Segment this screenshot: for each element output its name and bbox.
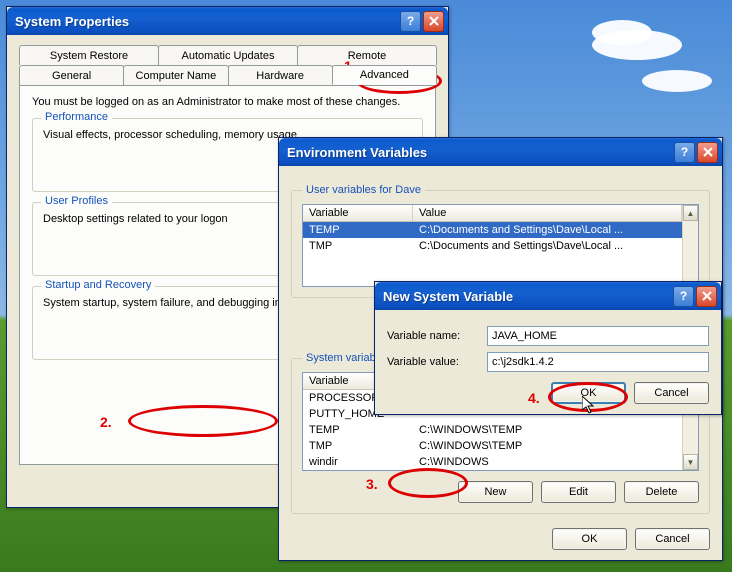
close-button[interactable]: [697, 142, 718, 163]
edit-system-variable-button[interactable]: Edit: [541, 481, 616, 503]
tab-computer-name[interactable]: Computer Name: [123, 65, 228, 85]
tab-remote[interactable]: Remote: [297, 45, 437, 65]
scroll-up-button[interactable]: ▲: [683, 205, 698, 221]
list-item[interactable]: TEMP C:\Documents and Settings\Dave\Loca…: [303, 222, 682, 238]
titlebar[interactable]: System Properties ?: [7, 7, 448, 35]
ok-button[interactable]: OK: [552, 528, 627, 550]
variable-name-input[interactable]: [487, 326, 709, 346]
list-item[interactable]: TMP C:\Documents and Settings\Dave\Local…: [303, 238, 682, 254]
cancel-button[interactable]: Cancel: [634, 382, 709, 404]
help-button[interactable]: ?: [673, 286, 694, 307]
titlebar[interactable]: Environment Variables ?: [279, 138, 722, 166]
variable-value-input[interactable]: [487, 352, 709, 372]
help-button[interactable]: ?: [674, 142, 695, 163]
list-item[interactable]: TMP C:\WINDOWS\TEMP: [303, 438, 682, 454]
tab-system-restore[interactable]: System Restore: [19, 45, 159, 65]
group-legend: User variables for Dave: [302, 184, 425, 196]
window-title: System Properties: [15, 14, 398, 29]
scroll-down-button[interactable]: ▼: [683, 454, 698, 470]
delete-system-variable-button[interactable]: Delete: [624, 481, 699, 503]
tab-hardware[interactable]: Hardware: [228, 65, 333, 85]
group-legend: User Profiles: [41, 195, 112, 207]
titlebar[interactable]: New System Variable ?: [375, 282, 721, 310]
tab-strip: System Restore Automatic Updates Remote …: [19, 45, 436, 85]
admin-hint: You must be logged on as an Administrato…: [32, 96, 423, 108]
user-variables-list[interactable]: Variable Value TEMP C:\Documents and Set…: [302, 204, 699, 287]
list-item[interactable]: windir C:\WINDOWS: [303, 454, 682, 470]
column-header-value[interactable]: Value: [413, 205, 682, 221]
tab-automatic-updates[interactable]: Automatic Updates: [158, 45, 298, 65]
tab-general[interactable]: General: [19, 65, 124, 85]
help-button[interactable]: ?: [400, 11, 421, 32]
close-button[interactable]: [696, 286, 717, 307]
new-system-variable-window: New System Variable ? Variable name: Var…: [374, 281, 722, 415]
list-item[interactable]: TEMP C:\WINDOWS\TEMP: [303, 422, 682, 438]
new-system-variable-button[interactable]: New: [458, 481, 533, 503]
window-title: New System Variable: [383, 289, 671, 304]
cancel-button[interactable]: Cancel: [635, 528, 710, 550]
variable-name-label: Variable name:: [387, 330, 487, 342]
window-title: Environment Variables: [287, 145, 672, 160]
tab-advanced[interactable]: Advanced: [332, 65, 437, 85]
group-legend: Performance: [41, 111, 112, 123]
scrollbar[interactable]: ▲: [682, 205, 698, 286]
group-legend: Startup and Recovery: [41, 279, 155, 291]
column-header-variable[interactable]: Variable: [303, 205, 413, 221]
variable-value-label: Variable value:: [387, 356, 487, 368]
close-button[interactable]: [423, 11, 444, 32]
ok-button[interactable]: OK: [551, 382, 626, 404]
desktop-background-clouds: [512, 10, 712, 110]
